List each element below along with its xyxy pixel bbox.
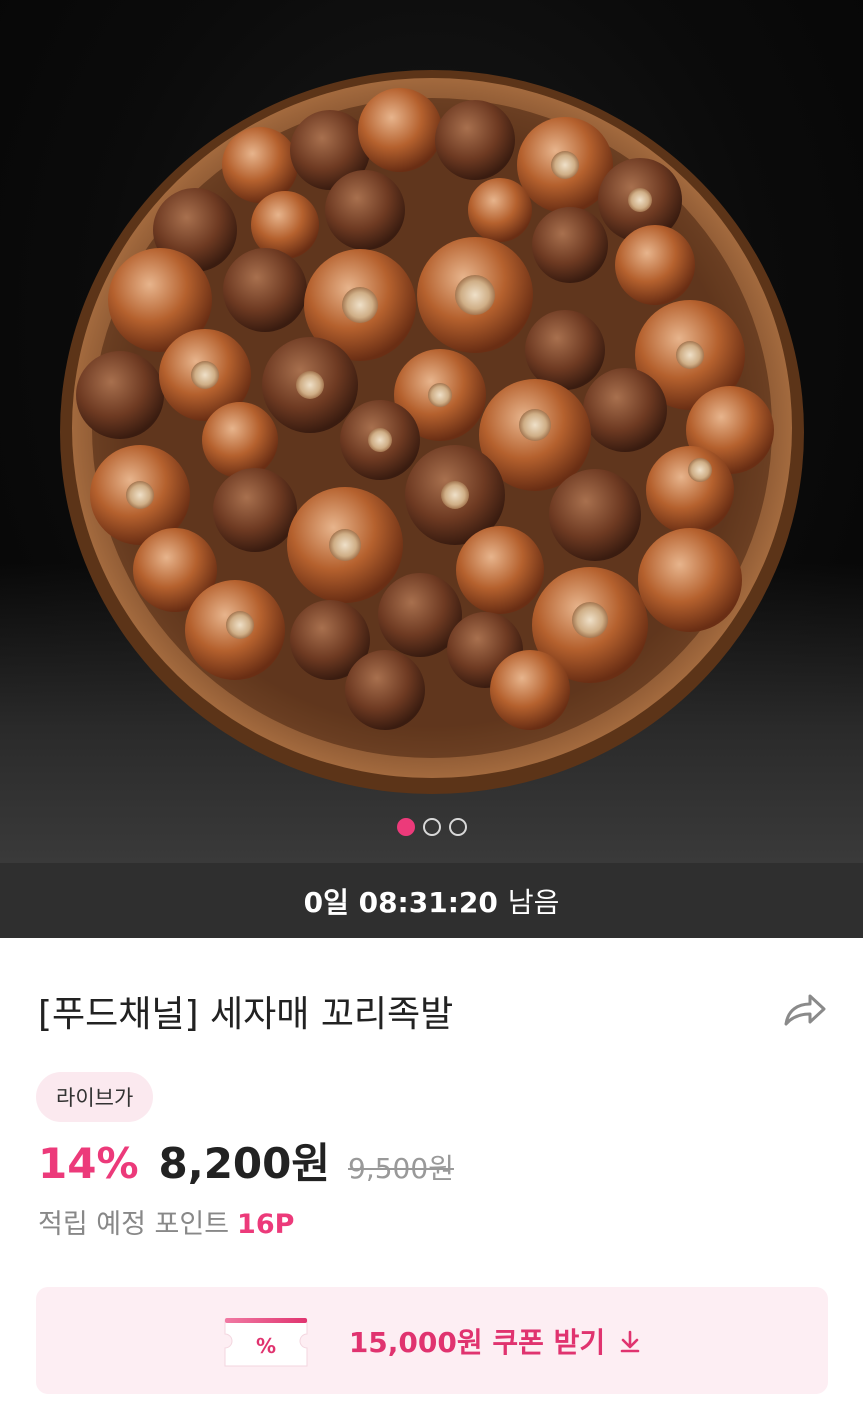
sale-price: 8,200원 <box>158 1139 331 1188</box>
price-row: 14% 8,200원 9,500원 <box>38 1130 454 1190</box>
carousel-dot-2[interactable] <box>422 818 441 836</box>
coupon-download-button[interactable]: % 15,000원 쿠폰 받기 <box>36 1287 828 1394</box>
product-photo <box>60 70 804 794</box>
product-title: [푸드채널] 세자매 꼬리족발 <box>38 994 454 1035</box>
carousel-dot-1[interactable] <box>396 818 415 836</box>
carousel-indicator[interactable] <box>0 818 863 838</box>
reward-points: 적립 예정 포인트 16P <box>38 1202 294 1241</box>
original-price: 9,500원 <box>348 1152 454 1185</box>
coupon-percent-text: % <box>256 1334 276 1358</box>
product-image-carousel[interactable] <box>0 0 863 863</box>
share-icon[interactable] <box>780 990 828 1030</box>
download-icon <box>620 1330 640 1352</box>
live-price-badge: 라이브가 <box>36 1072 154 1122</box>
points-label: 적립 예정 포인트 <box>38 1209 230 1240</box>
countdown-time: 0일 08:31:20 <box>303 885 498 919</box>
countdown-suffix: 남음 <box>507 885 560 919</box>
discount-rate: 14% <box>38 1139 139 1188</box>
deal-countdown-bar: 0일 08:31:20 남음 <box>0 863 863 938</box>
carousel-dot-3[interactable] <box>448 818 467 836</box>
coupon-ticket-icon: % <box>223 1314 309 1368</box>
coupon-label: 15,000원 쿠폰 받기 <box>348 1325 606 1359</box>
points-value: 16P <box>237 1209 295 1240</box>
